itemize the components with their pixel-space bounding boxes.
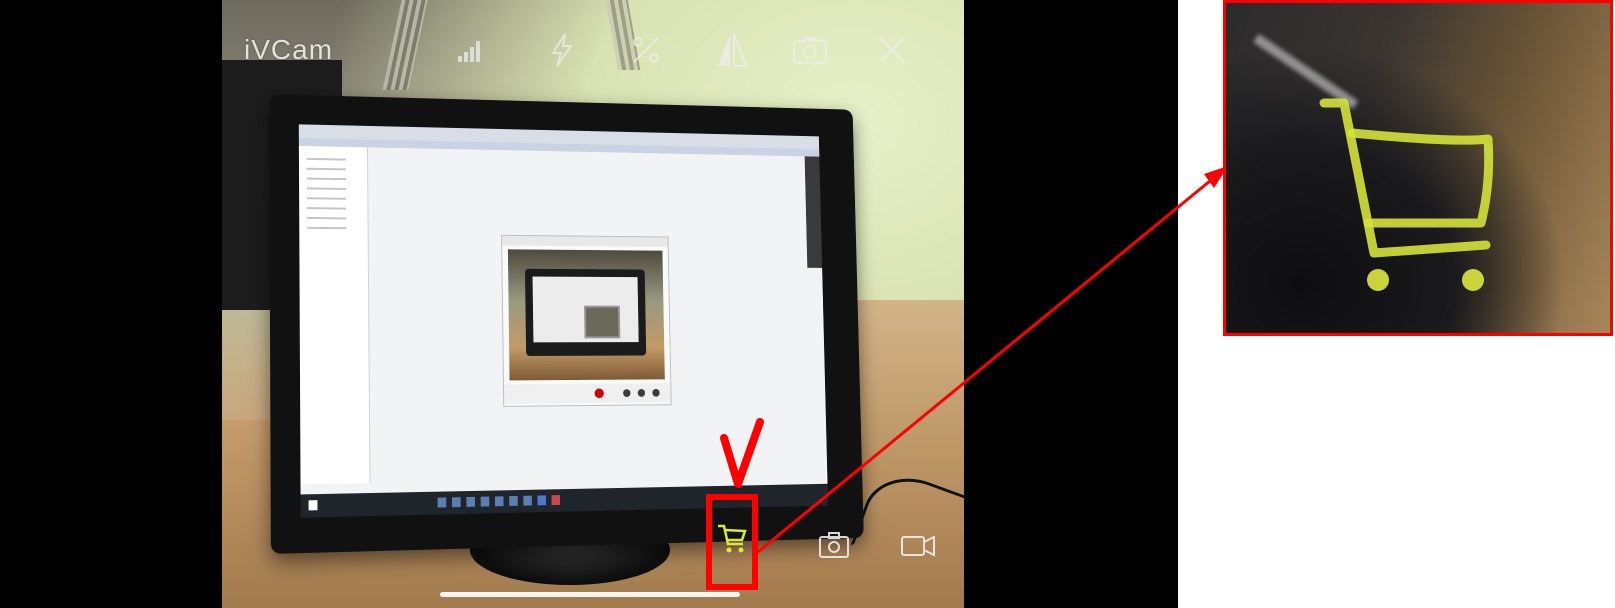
- ceiling-light: [382, 0, 428, 90]
- preview-monitor: [524, 268, 647, 356]
- app-right-strip: [804, 156, 823, 268]
- check-mark: [720, 418, 764, 488]
- mirror-icon[interactable]: [710, 28, 754, 72]
- preview-window: [501, 234, 672, 407]
- app-title: iVCam: [244, 34, 334, 65]
- close-icon[interactable]: [870, 28, 914, 72]
- home-indicator[interactable]: [440, 592, 740, 597]
- preview-nested-window: [583, 305, 621, 339]
- flash-icon[interactable]: [540, 28, 584, 72]
- preview-monitor-screen: [532, 276, 639, 343]
- video-icon[interactable]: [896, 524, 940, 568]
- monitor: [269, 94, 864, 554]
- camera-icon[interactable]: [812, 524, 856, 568]
- record-dot: [594, 388, 604, 399]
- camera-feed: iVCam: [222, 0, 964, 608]
- highlight-box: [706, 494, 758, 590]
- preview-control: [623, 389, 631, 397]
- camera-screen: iVCam: [0, 0, 1178, 608]
- hdr-icon[interactable]: [624, 28, 668, 72]
- preview-image: [507, 249, 665, 381]
- app-side-panel: [298, 145, 371, 485]
- zoom-detail-panel: [1223, 0, 1613, 336]
- switch-camera-icon[interactable]: [788, 28, 832, 72]
- preview-control-bar: [503, 383, 671, 404]
- cart-icon: [1319, 98, 1494, 291]
- signal-strength-icon: [450, 28, 494, 72]
- preview-title-bar: [502, 235, 668, 247]
- preview-control: [652, 388, 660, 397]
- preview-control: [637, 389, 646, 397]
